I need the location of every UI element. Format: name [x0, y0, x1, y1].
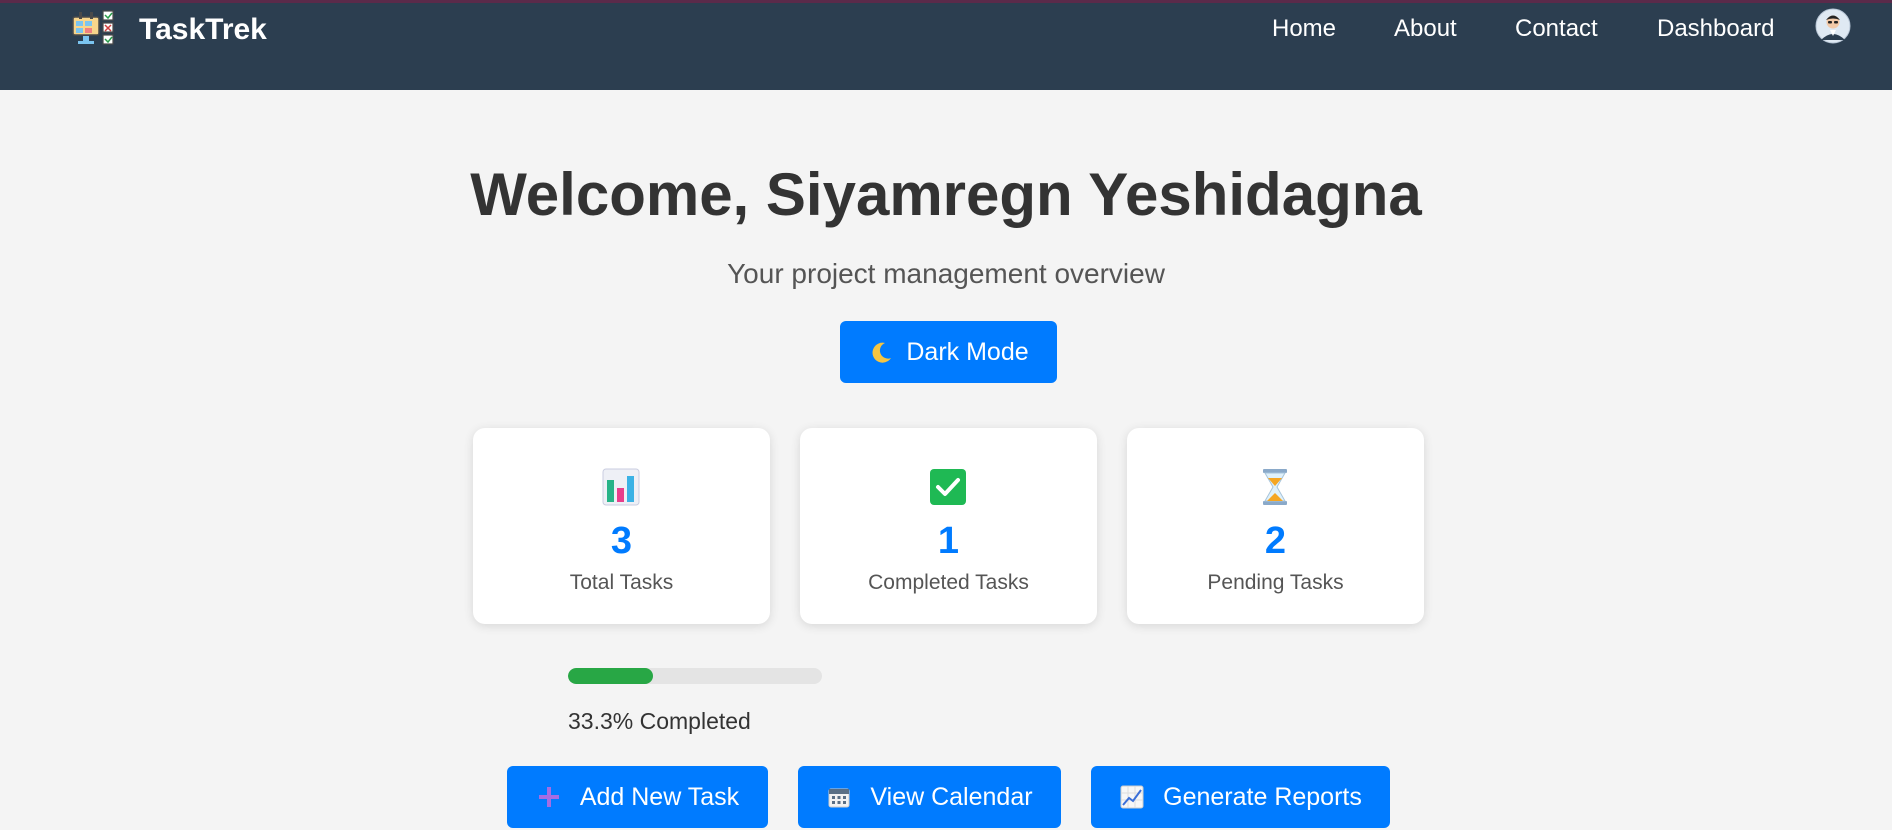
add-new-task-label: Add New Task [579, 782, 740, 811]
page-title: Welcome, Siyamregn Yeshidagna [470, 161, 1422, 228]
calendar-icon [828, 788, 850, 808]
stat-card-completed: 1 Completed Tasks [800, 428, 1097, 624]
bar-chart-icon [602, 468, 640, 506]
nav-link-contact[interactable]: Contact [1515, 15, 1598, 43]
generate-reports-button[interactable]: Generate Reports [1091, 766, 1390, 828]
task-board-icon [72, 10, 114, 45]
progress-label: 33.3% Completed [568, 708, 751, 734]
dark-mode-label: Dark Mode [906, 337, 1029, 366]
page-subtitle: Your project management overview [727, 258, 1165, 289]
nav-link-dashboard[interactable]: Dashboard [1657, 15, 1774, 43]
brand-name[interactable]: TaskTrek [139, 13, 267, 47]
pending-tasks-label: Pending Tasks [1207, 571, 1344, 594]
checkmark-icon [930, 469, 966, 505]
view-calendar-button[interactable]: View Calendar [798, 766, 1061, 828]
total-tasks-value: 3 [610, 520, 633, 562]
chart-up-icon [1120, 785, 1144, 809]
nav-link-about[interactable]: About [1394, 15, 1457, 43]
generate-reports-label: Generate Reports [1163, 782, 1362, 811]
plus-icon [538, 787, 559, 807]
add-new-task-button[interactable]: Add New Task [507, 766, 768, 828]
nav-link-home[interactable]: Home [1272, 15, 1336, 43]
dark-mode-button[interactable]: Dark Mode [840, 321, 1057, 383]
view-calendar-label: View Calendar [870, 782, 1033, 811]
moon-icon [872, 342, 892, 363]
completed-tasks-value: 1 [937, 520, 960, 562]
navbar: TaskTrek Home About Contact Dashboard [0, 3, 1892, 90]
avatar[interactable] [1815, 8, 1851, 44]
progress-bar-fill [568, 668, 653, 684]
hourglass-icon [1263, 469, 1287, 505]
stat-card-pending: 2 Pending Tasks [1127, 428, 1424, 624]
pending-tasks-value: 2 [1264, 520, 1287, 562]
progress-bar [568, 668, 822, 684]
completed-tasks-label: Completed Tasks [868, 571, 1029, 594]
total-tasks-label: Total Tasks [569, 571, 674, 594]
stat-card-total: 3 Total Tasks [473, 428, 770, 624]
